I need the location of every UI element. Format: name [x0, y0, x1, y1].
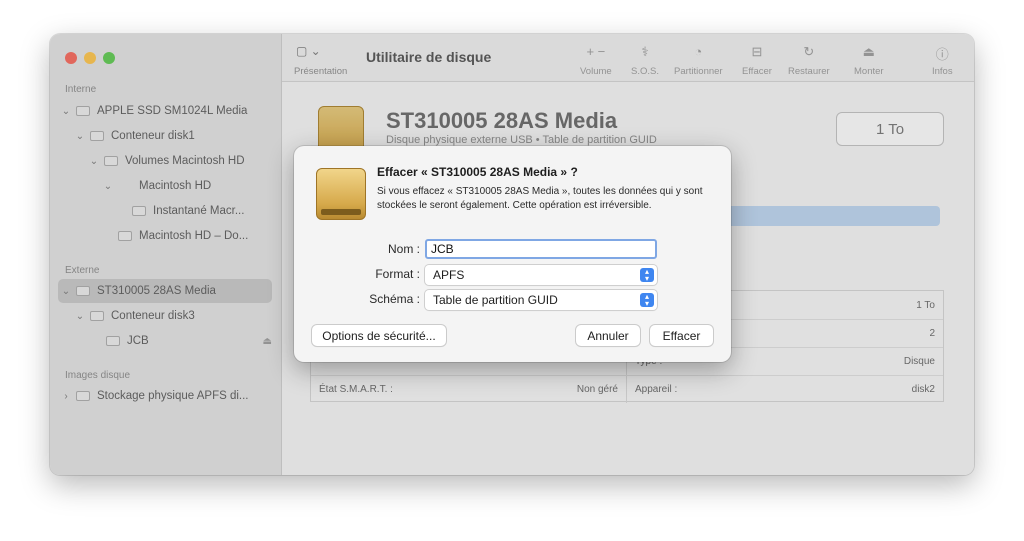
format-select[interactable]: APFS ▴ ▾ [425, 265, 657, 285]
name-label: Nom : [387, 242, 420, 256]
format-label: Format : [375, 267, 420, 281]
erase-button[interactable]: Effacer [650, 325, 713, 346]
up-down-arrows-icon: ▴ ▾ [640, 268, 654, 283]
scheme-select[interactable]: Table de partition GUID ▴ ▾ [425, 290, 657, 310]
external-drive-icon [316, 168, 366, 220]
scheme-value: Table de partition GUID [433, 293, 558, 307]
dialog-message: Si vous effacez « ST310005 28AS Media »,… [377, 186, 703, 211]
up-down-arrows-icon: ▴ ▾ [640, 293, 654, 308]
format-value: APFS [433, 268, 465, 282]
cancel-button[interactable]: Annuler [576, 325, 640, 346]
name-field[interactable] [425, 239, 657, 259]
erase-dialog: Effacer « ST310005 28AS Media » ? Si vou… [294, 146, 731, 362]
security-options-button[interactable]: Options de sécurité... [312, 325, 446, 346]
dialog-title: Effacer « ST310005 28AS Media » ? [377, 165, 578, 179]
scheme-label: Schéma : [369, 292, 420, 306]
